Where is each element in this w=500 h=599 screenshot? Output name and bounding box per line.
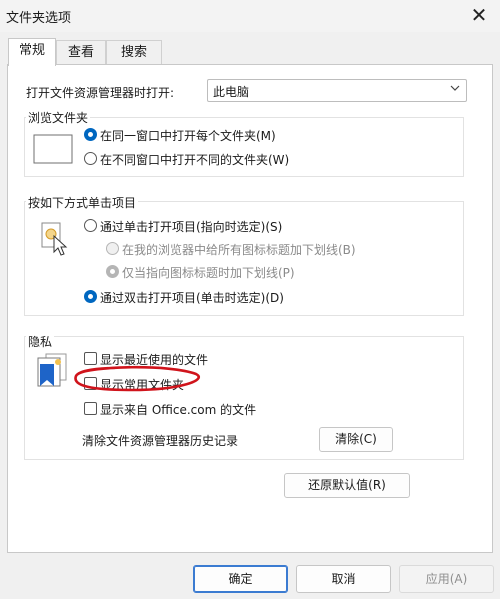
click-items-legend: 按如下方式单击项目 <box>26 194 139 211</box>
radio-single-click[interactable] <box>84 219 97 232</box>
new-window-label[interactable]: 在不同窗口中打开不同的文件夹(W) <box>100 151 289 168</box>
show-office-label[interactable]: 显示来自 Office.com 的文件 <box>100 401 256 418</box>
show-recent-checkbox[interactable] <box>84 352 97 365</box>
cancel-button[interactable]: 取消 <box>296 565 391 593</box>
ok-button[interactable]: 确定 <box>193 565 288 593</box>
open-with-dropdown[interactable]: 此电脑 <box>207 79 467 102</box>
same-window-label[interactable]: 在同一窗口中打开每个文件夹(M) <box>100 127 276 144</box>
privacy-legend: 隐私 <box>26 333 55 350</box>
chevron-down-icon <box>450 85 460 91</box>
window-illustration-icon <box>33 134 73 164</box>
browse-folders-group <box>24 117 464 177</box>
title-bar: 文件夹选项 ✕ <box>0 0 500 32</box>
radio-new-window[interactable] <box>84 152 97 165</box>
open-with-label: 打开文件资源管理器时打开: <box>26 86 175 100</box>
close-icon[interactable]: ✕ <box>464 2 494 28</box>
tab-search[interactable]: 搜索 <box>106 40 162 64</box>
browse-folders-legend: 浏览文件夹 <box>26 109 91 126</box>
window-title: 文件夹选项 <box>6 11 72 26</box>
privacy-documents-icon <box>37 353 67 387</box>
tab-general[interactable]: 常规 <box>8 38 56 66</box>
clear-history-label: 清除文件资源管理器历史记录 <box>82 434 239 448</box>
radio-underline-point[interactable] <box>106 265 119 278</box>
underline-all-label: 在我的浏览器中给所有图标标题加下划线(B) <box>122 243 356 257</box>
double-click-label[interactable]: 通过双击打开项目(单击时选定)(D) <box>100 289 284 306</box>
show-frequent-label[interactable]: 显示常用文件夹 <box>100 376 184 393</box>
show-recent-label[interactable]: 显示最近使用的文件 <box>100 351 208 368</box>
show-office-checkbox[interactable] <box>84 402 97 415</box>
single-click-label[interactable]: 通过单击打开项目(指向时选定)(S) <box>100 218 282 235</box>
apply-button[interactable]: 应用(A) <box>399 565 494 593</box>
underline-point-label: 仅当指向图标标题时加下划线(P) <box>122 266 295 280</box>
radio-same-window[interactable] <box>84 128 97 141</box>
restore-defaults-button[interactable]: 还原默认值(R) <box>284 473 410 498</box>
tab-view[interactable]: 查看 <box>56 40 106 64</box>
clear-history-button[interactable]: 清除(C) <box>319 427 393 452</box>
radio-underline-all[interactable] <box>106 242 119 255</box>
show-frequent-checkbox[interactable] <box>84 377 97 390</box>
pointer-hand-icon <box>41 222 68 256</box>
open-with-value: 此电脑 <box>213 85 250 99</box>
radio-double-click[interactable] <box>84 290 97 303</box>
